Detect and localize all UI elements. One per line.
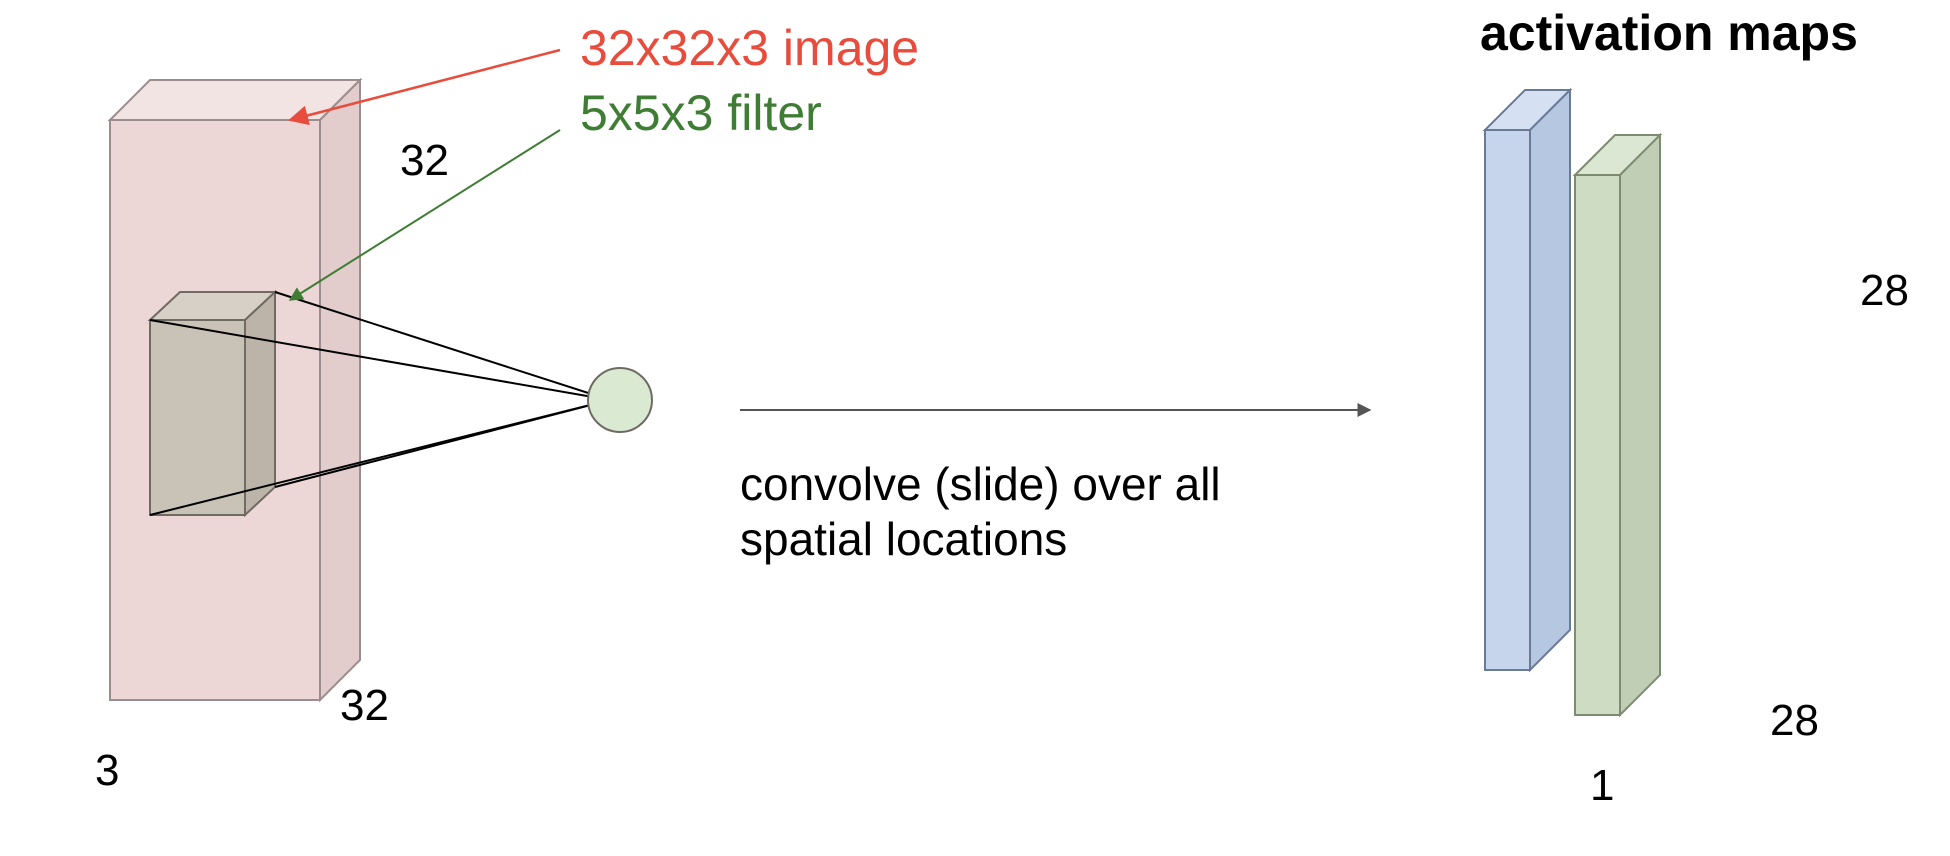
input-width-label: 32	[340, 681, 389, 730]
activation-maps-title: activation maps	[1480, 5, 1858, 61]
output-width-label: 28	[1770, 696, 1819, 745]
image-label: 32x32x3 image	[580, 20, 919, 76]
activation-map-green	[1575, 135, 1660, 715]
output-depth-label: 1	[1590, 761, 1614, 810]
filter-label: 5x5x3 filter	[580, 85, 822, 141]
convolve-text-line2: spatial locations	[740, 513, 1067, 565]
convolve-text-line1: convolve (slide) over all	[740, 458, 1221, 510]
activation-map-blue	[1485, 90, 1570, 670]
output-neuron-icon	[588, 368, 652, 432]
input-depth-label: 3	[95, 746, 119, 795]
output-height-label: 28	[1860, 266, 1909, 315]
input-height-label: 32	[400, 136, 449, 185]
filter-slab	[150, 292, 275, 515]
